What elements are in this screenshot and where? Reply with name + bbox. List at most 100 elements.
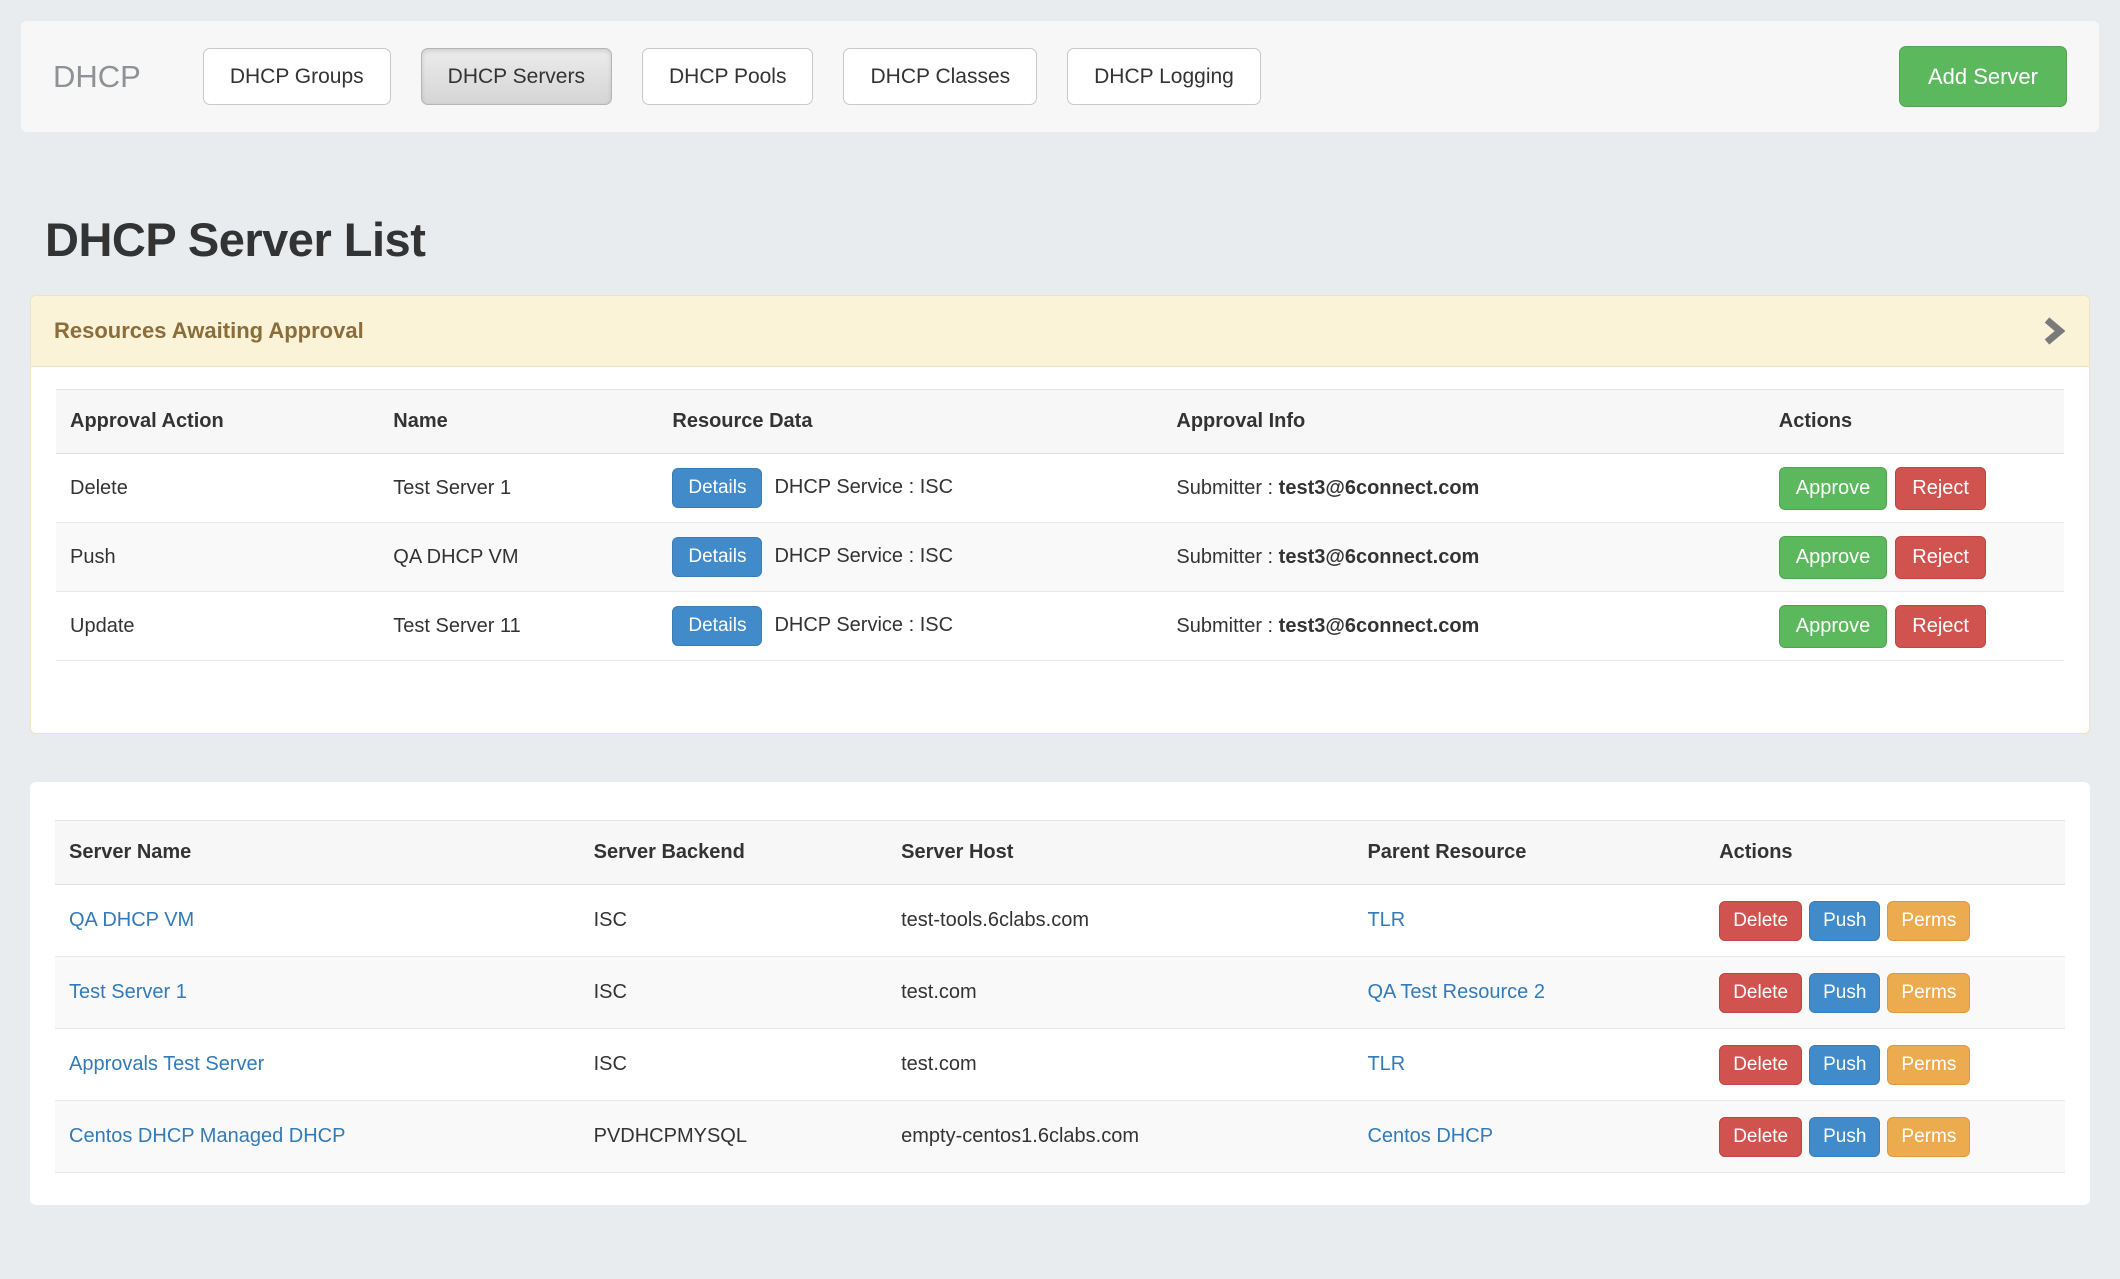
approval-info-cell: Submitter : test3@6connect.com	[1162, 523, 1764, 592]
details-button[interactable]: Details	[672, 468, 762, 508]
server-name-cell: Centos DHCP Managed DHCP	[55, 1101, 580, 1173]
page-title: DHCP Server List	[30, 212, 2090, 267]
parent-resource-link[interactable]: TLR	[1367, 1053, 1405, 1075]
perms-button[interactable]: Perms	[1887, 1117, 1970, 1157]
approval-info-cell: Submitter : test3@6connect.com	[1162, 592, 1764, 661]
approval-info-cell: Submitter : test3@6connect.com	[1162, 454, 1764, 523]
server-host-cell: test.com	[887, 1029, 1353, 1101]
parent-resource-cell: QA Test Resource 2	[1353, 957, 1705, 1029]
approval-action-cell: Push	[56, 523, 379, 592]
submitter-label: Submitter :	[1176, 546, 1278, 568]
approvals-header-row: Approval Action Name Resource Data Appro…	[56, 390, 2064, 454]
delete-button[interactable]: Delete	[1719, 973, 1802, 1013]
perms-button[interactable]: Perms	[1887, 901, 1970, 941]
approve-button[interactable]: Approve	[1779, 536, 1888, 579]
dhcp-toolbar: DHCP DHCP Groups DHCP Servers DHCP Pools…	[21, 21, 2099, 132]
parent-resource-cell: TLR	[1353, 1029, 1705, 1101]
col-approval-info: Approval Info	[1162, 390, 1764, 454]
resource-data-cell: Details DHCP Service : ISC	[658, 592, 1162, 661]
push-button[interactable]: Push	[1809, 1045, 1880, 1085]
approvals-table: Approval Action Name Resource Data Appro…	[56, 389, 2064, 661]
server-name-link[interactable]: Approvals Test Server	[69, 1053, 264, 1075]
server-name-link[interactable]: Centos DHCP Managed DHCP	[69, 1125, 345, 1147]
server-backend-cell: ISC	[580, 885, 888, 957]
parent-resource-link[interactable]: QA Test Resource 2	[1367, 981, 1545, 1003]
server-backend-cell: PVDHCPMYSQL	[580, 1101, 888, 1173]
reject-button[interactable]: Reject	[1895, 605, 1986, 648]
chevron-right-icon[interactable]	[2041, 313, 2065, 349]
delete-button[interactable]: Delete	[1719, 1045, 1802, 1085]
approval-actions-cell: ApproveReject	[1765, 592, 2064, 661]
servers-table: Server Name Server Backend Server Host P…	[55, 820, 2065, 1173]
approve-button[interactable]: Approve	[1779, 605, 1888, 648]
dhcp-nav-tabs: DHCP Groups DHCP Servers DHCP Pools DHCP…	[203, 48, 1261, 105]
details-button[interactable]: Details	[672, 606, 762, 646]
parent-resource-cell: Centos DHCP	[1353, 1101, 1705, 1173]
col-server-host: Server Host	[887, 821, 1353, 885]
server-backend-cell: ISC	[580, 957, 888, 1029]
servers-header-row: Server Name Server Backend Server Host P…	[55, 821, 2065, 885]
col-actions: Actions	[1765, 390, 2064, 454]
col-approval-action: Approval Action	[56, 390, 379, 454]
approvals-panel-body: Approval Action Name Resource Data Appro…	[31, 367, 2089, 733]
server-actions-cell: DeletePushPerms	[1705, 885, 2065, 957]
approvals-panel-header[interactable]: Resources Awaiting Approval	[31, 296, 2089, 367]
tab-dhcp-servers[interactable]: DHCP Servers	[421, 48, 612, 105]
push-button[interactable]: Push	[1809, 901, 1880, 941]
resource-data-cell: Details DHCP Service : ISC	[658, 523, 1162, 592]
server-actions-cell: DeletePushPerms	[1705, 957, 2065, 1029]
resource-data-text: DHCP Service : ISC	[774, 545, 953, 567]
push-button[interactable]: Push	[1809, 1117, 1880, 1157]
delete-button[interactable]: Delete	[1719, 1117, 1802, 1157]
col-parent-resource: Parent Resource	[1353, 821, 1705, 885]
approval-row: Update Test Server 11 Details DHCP Servic…	[56, 592, 2064, 661]
approvals-panel: Resources Awaiting Approval Approval Act…	[30, 295, 2090, 734]
resource-data-text: DHCP Service : ISC	[774, 476, 953, 498]
server-name-link[interactable]: QA DHCP VM	[69, 909, 194, 931]
approval-actions-cell: ApproveReject	[1765, 454, 2064, 523]
server-row: QA DHCP VM ISC test-tools.6clabs.com TLR…	[55, 885, 2065, 957]
approval-name-cell: Test Server 11	[379, 592, 658, 661]
approval-row: Push QA DHCP VM DetailsDHCP Service : IS…	[56, 523, 2064, 592]
server-row: Centos DHCP Managed DHCP PVDHCPMYSQL emp…	[55, 1101, 2065, 1173]
main-content: DHCP Server List Resources Awaiting Appr…	[30, 212, 2090, 1205]
perms-button[interactable]: Perms	[1887, 973, 1970, 1013]
server-backend-cell: ISC	[580, 1029, 888, 1101]
resource-data-cell: Details DHCP Service : ISC	[658, 454, 1162, 523]
tab-dhcp-groups[interactable]: DHCP Groups	[203, 48, 391, 105]
servers-panel-body: Server Name Server Backend Server Host P…	[30, 782, 2090, 1205]
col-server-backend: Server Backend	[580, 821, 888, 885]
approvals-panel-title: Resources Awaiting Approval	[54, 318, 364, 344]
submitter-label: Submitter :	[1176, 477, 1278, 499]
server-name-link[interactable]: Test Server 1	[69, 981, 187, 1003]
col-server-name: Server Name	[55, 821, 580, 885]
approve-button[interactable]: Approve	[1779, 467, 1888, 510]
reject-button[interactable]: Reject	[1895, 536, 1986, 579]
approval-action-cell: Delete	[56, 454, 379, 523]
parent-resource-link[interactable]: Centos DHCP	[1367, 1125, 1493, 1147]
submitter-email: test3@6connect.com	[1279, 477, 1480, 499]
add-server-button[interactable]: Add Server	[1899, 46, 2067, 107]
server-row: Test Server 1 ISC test.com QA Test Resou…	[55, 957, 2065, 1029]
approval-row: Delete Test Server 1 Details DHCP Service…	[56, 454, 2064, 523]
approval-actions-cell: ApproveReject	[1765, 523, 2064, 592]
server-name-cell: Test Server 1	[55, 957, 580, 1029]
col-server-actions: Actions	[1705, 821, 2065, 885]
push-button[interactable]: Push	[1809, 973, 1880, 1013]
approval-name-cell: Test Server 1	[379, 454, 658, 523]
perms-button[interactable]: Perms	[1887, 1045, 1970, 1085]
submitter-label: Submitter :	[1176, 615, 1278, 637]
parent-resource-link[interactable]: TLR	[1367, 909, 1405, 931]
reject-button[interactable]: Reject	[1895, 467, 1986, 510]
resource-data-text: DHCP Service : ISC	[774, 614, 953, 636]
dhcp-section-label: DHCP	[53, 59, 141, 95]
approval-action-cell: Update	[56, 592, 379, 661]
tab-dhcp-classes[interactable]: DHCP Classes	[843, 48, 1037, 105]
server-actions-cell: DeletePushPerms	[1705, 1029, 2065, 1101]
delete-button[interactable]: Delete	[1719, 901, 1802, 941]
tab-dhcp-pools[interactable]: DHCP Pools	[642, 48, 814, 105]
col-name: Name	[379, 390, 658, 454]
tab-dhcp-logging[interactable]: DHCP Logging	[1067, 48, 1261, 105]
details-button[interactable]: Details	[672, 537, 762, 577]
submitter-email: test3@6connect.com	[1279, 546, 1480, 568]
